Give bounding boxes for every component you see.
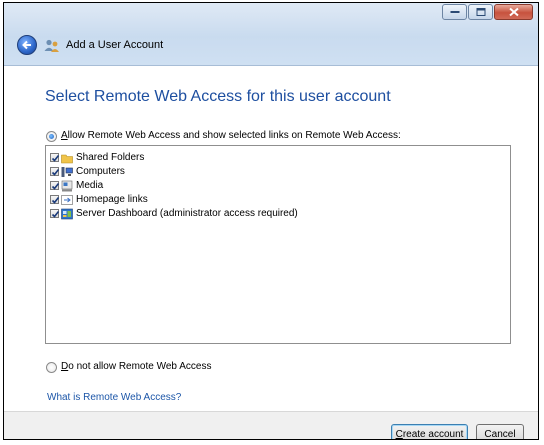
- homepage-links-checkbox[interactable]: [50, 195, 60, 204]
- list-item[interactable]: Server Dashboard (administrator access r…: [50, 207, 298, 220]
- maximize-icon: [476, 8, 485, 16]
- back-arrow-icon: [22, 40, 31, 50]
- folder-icon: [61, 154, 73, 163]
- list-item[interactable]: Homepage links: [50, 193, 148, 206]
- server-dashboard-checkbox[interactable]: [50, 209, 60, 218]
- computers-icon: [61, 166, 73, 177]
- shared-folders-checkbox[interactable]: [50, 153, 60, 162]
- page-heading: Select Remote Web Access for this user a…: [45, 88, 391, 105]
- checkmark-icon: [51, 155, 60, 162]
- remote-links-list[interactable]: Shared Folders Computers Media Homepage …: [45, 145, 511, 344]
- checkmark-icon: [51, 197, 60, 204]
- allow-remote-access-label[interactable]: Allow Remote Web Access and show selecte…: [61, 130, 401, 141]
- deny-remote-access-radio[interactable]: [46, 362, 57, 373]
- minimize-icon: [450, 11, 459, 13]
- list-item[interactable]: Shared Folders: [50, 151, 144, 164]
- title-bar: Add a User Account: [4, 3, 538, 66]
- list-item-label: Computers: [76, 166, 125, 177]
- computers-checkbox[interactable]: [50, 167, 60, 176]
- checkmark-icon: [51, 211, 60, 218]
- homepage-links-icon: [61, 194, 73, 205]
- list-item[interactable]: Computers: [50, 165, 125, 178]
- create-account-button[interactable]: Create account: [391, 424, 468, 439]
- server-dashboard-icon: [61, 208, 73, 219]
- list-item-label: Media: [76, 180, 104, 191]
- close-icon: [508, 7, 519, 17]
- back-button[interactable]: [17, 35, 37, 55]
- checkmark-icon: [51, 169, 60, 176]
- users-icon: [44, 39, 59, 52]
- maximize-button[interactable]: [468, 4, 493, 20]
- what-is-remote-web-access-link[interactable]: What is Remote Web Access?: [47, 392, 181, 403]
- list-item[interactable]: Media: [50, 179, 103, 192]
- list-item-label: Shared Folders: [76, 152, 145, 163]
- dialog-footer: Create account Cancel: [4, 411, 538, 439]
- list-item-label: Homepage links: [76, 194, 148, 205]
- allow-remote-access-radio[interactable]: [46, 131, 57, 142]
- cancel-button[interactable]: Cancel: [476, 424, 524, 439]
- minimize-button[interactable]: [442, 4, 467, 20]
- checkmark-icon: [51, 183, 60, 190]
- list-item-label: Server Dashboard (administrator access r…: [76, 208, 298, 219]
- media-checkbox[interactable]: [50, 181, 60, 190]
- add-user-account-window: Add a User Account Select Remote Web Acc…: [3, 2, 539, 440]
- deny-remote-access-label[interactable]: Do not allow Remote Web Access: [61, 361, 211, 372]
- window-controls: [442, 4, 533, 20]
- media-icon: [61, 180, 73, 191]
- close-button[interactable]: [494, 4, 533, 20]
- window-title: Add a User Account: [66, 39, 164, 51]
